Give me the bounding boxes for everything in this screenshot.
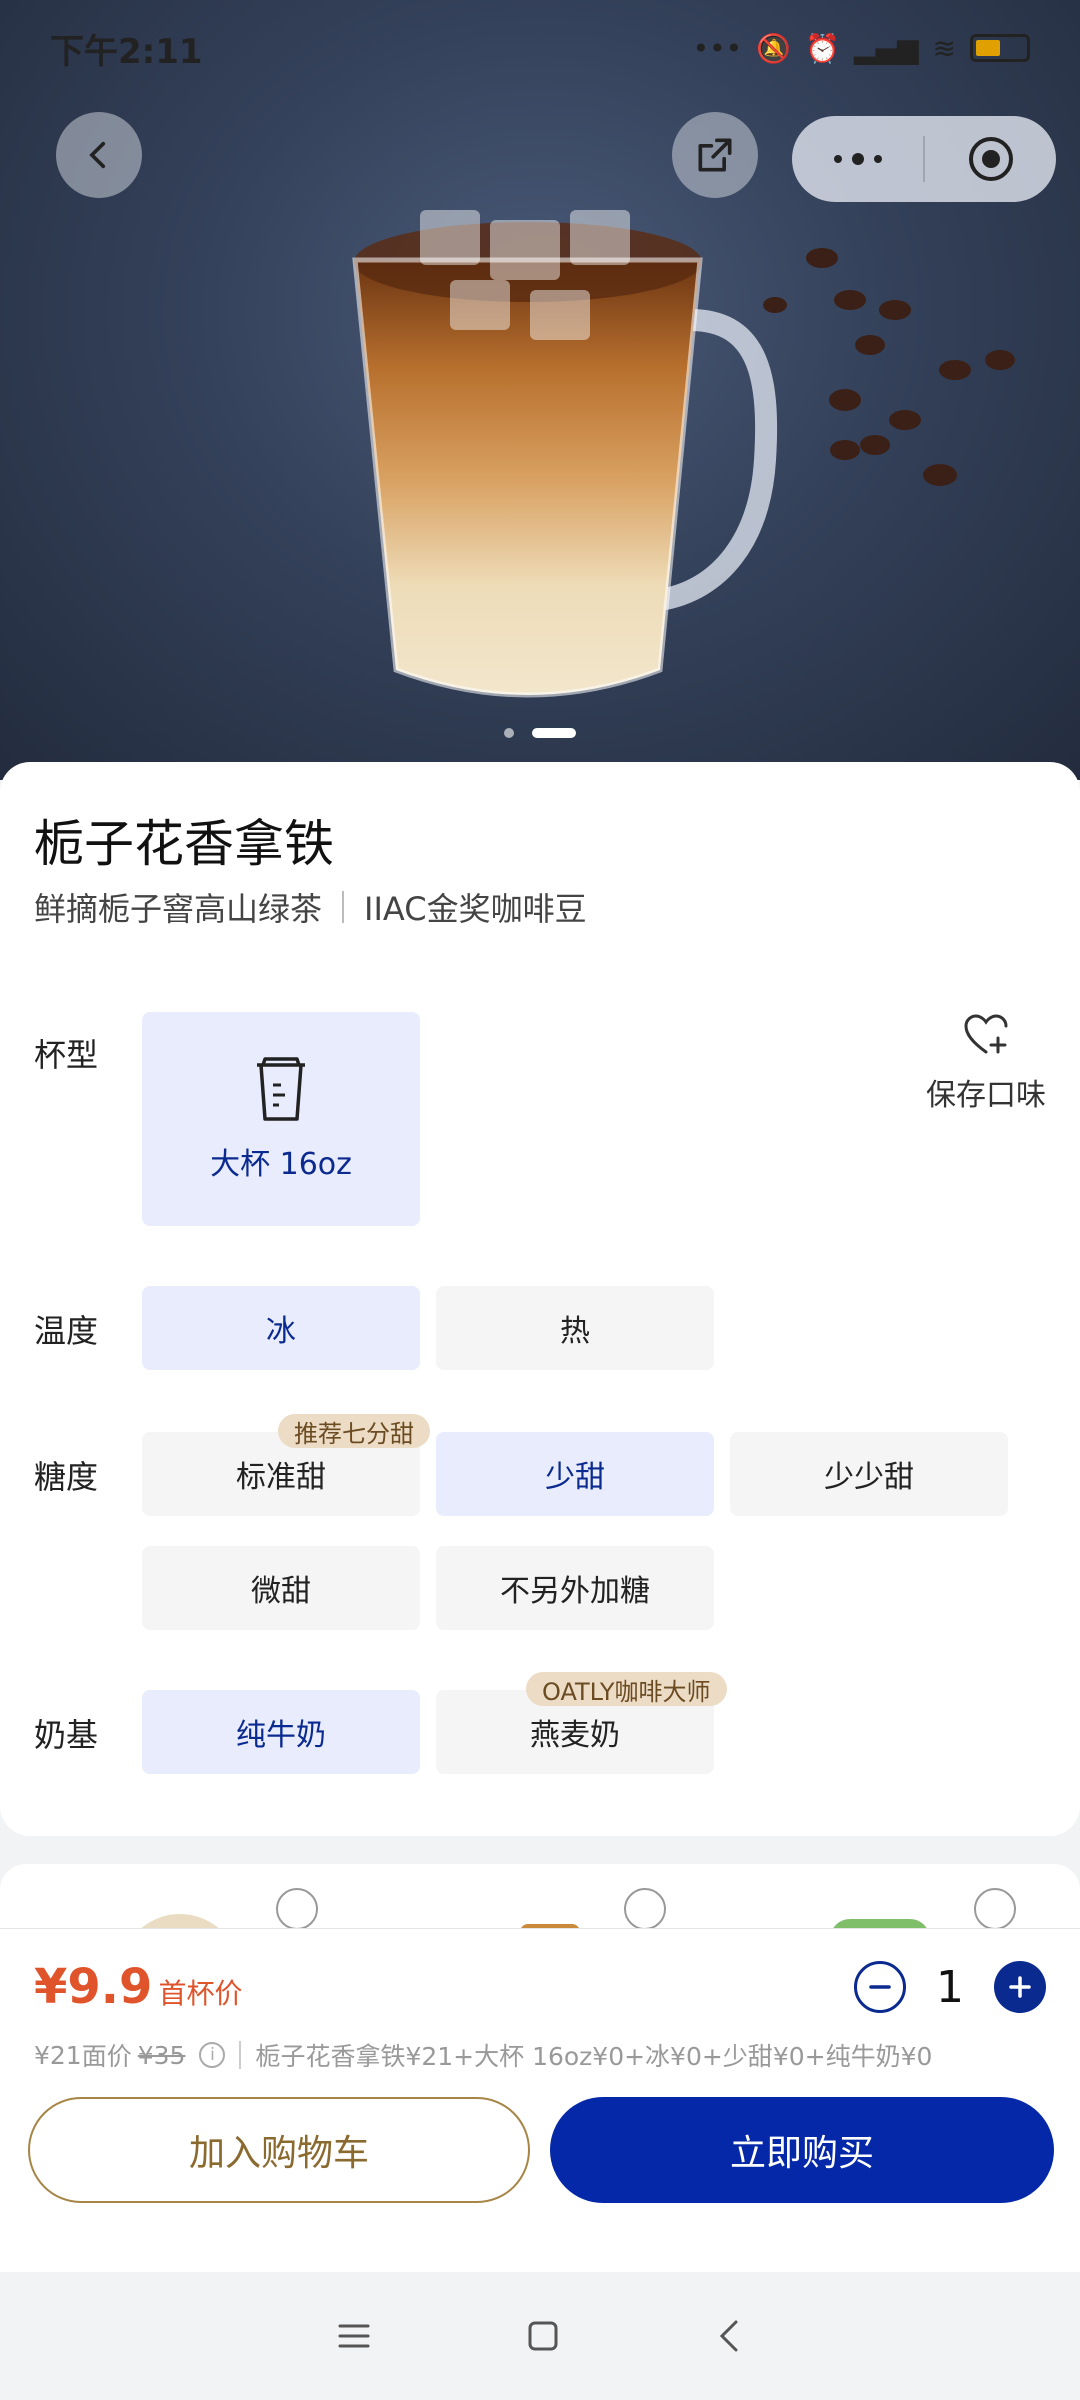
oatly-tag: OATLY咖啡大师 xyxy=(526,1672,727,1706)
quantity-value: 1 xyxy=(936,1961,964,2013)
signal-icon: ▂▄▆ xyxy=(853,31,919,65)
heart-plus-icon xyxy=(964,1014,1008,1054)
price-breakdown: ¥21 面价 ¥35 i 栀子花香拿铁¥21+大杯 16oz¥0+冰¥0+少甜¥… xyxy=(34,2037,932,2073)
addon-radio[interactable] xyxy=(624,1888,666,1930)
plus-icon xyxy=(1009,1976,1031,1998)
purchase-panel: ¥9.9 首杯价 1 ¥21 面价 ¥35 i 栀子花香拿铁¥21+大杯 16o… xyxy=(0,1928,1080,2272)
addon-radio[interactable] xyxy=(276,1888,318,1930)
back-button[interactable] xyxy=(56,112,142,198)
product-hero-image: 下午2:11 ••• 🔕 ⏰ ▂▄▆ ≋ xyxy=(0,0,1080,780)
increase-quantity-button[interactable] xyxy=(994,1961,1046,2013)
product-tagline: 鲜摘栀子窨高山绿茶 IIAC金奖咖啡豆 xyxy=(34,884,587,930)
mute-icon: 🔕 xyxy=(756,31,792,65)
product-title: 栀子花香拿铁 xyxy=(34,815,334,873)
back-nav-icon[interactable] xyxy=(714,2318,744,2354)
more-icon: ••• xyxy=(692,31,743,65)
carousel-dot-active[interactable] xyxy=(532,728,576,738)
original-price: ¥35 xyxy=(137,2040,186,2070)
menu-icon[interactable] xyxy=(336,2320,372,2352)
quantity-stepper: 1 xyxy=(854,1961,1046,2013)
chevron-left-icon xyxy=(89,141,106,169)
home-icon[interactable] xyxy=(525,2318,561,2354)
cup-option-label: 大杯 16oz xyxy=(210,1147,352,1182)
more-menu-button[interactable] xyxy=(792,116,923,202)
milk-label: 奶基 xyxy=(34,1716,99,1754)
share-button[interactable] xyxy=(672,112,758,198)
battery-icon xyxy=(970,34,1030,62)
target-close-icon xyxy=(968,137,1013,181)
current-price: ¥9.9 xyxy=(34,1959,153,2015)
carousel-indicator xyxy=(0,728,1080,738)
temperature-label: 温度 xyxy=(34,1312,99,1350)
save-flavor-label: 保存口味 xyxy=(926,1078,1046,1113)
sweetness-option-no-sugar[interactable]: 不另外加糖 xyxy=(436,1546,714,1630)
cup-icon xyxy=(257,1057,305,1121)
status-icons: ••• 🔕 ⏰ ▂▄▆ ≋ xyxy=(693,32,1030,65)
system-navigation-bar xyxy=(0,2272,1080,2400)
milk-option-whole[interactable]: 纯牛奶 xyxy=(142,1690,420,1774)
addon-radio[interactable] xyxy=(974,1888,1016,1930)
add-to-cart-button[interactable]: 加入购物车 xyxy=(28,2097,530,2203)
breakdown-text: 栀子花香拿铁¥21+大杯 16oz¥0+冰¥0+少甜¥0+纯牛奶¥0 xyxy=(255,2042,933,2071)
breakdown-divider xyxy=(239,2041,242,2069)
temperature-option-hot[interactable]: 热 xyxy=(436,1286,714,1370)
product-options-card: 栀子花香拿铁 鲜摘栀子窨高山绿茶 IIAC金奖咖啡豆 杯型 大杯 16oz 保存… xyxy=(0,762,1080,1836)
buy-now-button[interactable]: 立即购买 xyxy=(550,2097,1054,2203)
price-display: ¥9.9 首杯价 xyxy=(34,1959,242,2015)
cup-option-large[interactable]: 大杯 16oz xyxy=(142,1012,420,1226)
tagline-divider xyxy=(342,891,345,923)
status-time: 下午2:11 xyxy=(50,31,203,72)
sweetness-option-less[interactable]: 少甜 xyxy=(436,1432,714,1516)
cup-size-label: 杯型 xyxy=(34,1036,99,1074)
more-dots-icon xyxy=(833,153,882,165)
face-value-label: 面价 xyxy=(81,2042,132,2071)
tagline-left: 鲜摘栀子窨高山绿茶 xyxy=(34,890,323,928)
miniapp-capsule xyxy=(792,116,1056,202)
info-icon[interactable]: i xyxy=(199,2042,226,2068)
first-cup-note: 首杯价 xyxy=(158,1977,243,2010)
sweetness-option-slight[interactable]: 微甜 xyxy=(142,1546,420,1630)
status-bar: 下午2:11 ••• 🔕 ⏰ ▂▄▆ ≋ xyxy=(0,0,1080,96)
wifi-icon: ≋ xyxy=(932,31,956,65)
decrease-quantity-button[interactable] xyxy=(854,1961,906,2013)
sweetness-label: 糖度 xyxy=(34,1458,99,1496)
close-miniapp-button[interactable] xyxy=(925,116,1056,202)
alarm-icon: ⏰ xyxy=(805,31,840,65)
carousel-dot[interactable] xyxy=(504,728,514,738)
recommend-tag: 推荐七分甜 xyxy=(278,1414,430,1448)
face-value: ¥21 xyxy=(34,2040,82,2070)
minus-icon xyxy=(869,1985,891,1989)
tagline-right: IIAC金奖咖啡豆 xyxy=(364,890,587,928)
temperature-option-ice[interactable]: 冰 xyxy=(142,1286,420,1370)
sweetness-option-lesser[interactable]: 少少甜 xyxy=(730,1432,1008,1516)
save-flavor-button[interactable]: 保存口味 xyxy=(926,1012,1046,1114)
share-icon xyxy=(698,138,732,172)
